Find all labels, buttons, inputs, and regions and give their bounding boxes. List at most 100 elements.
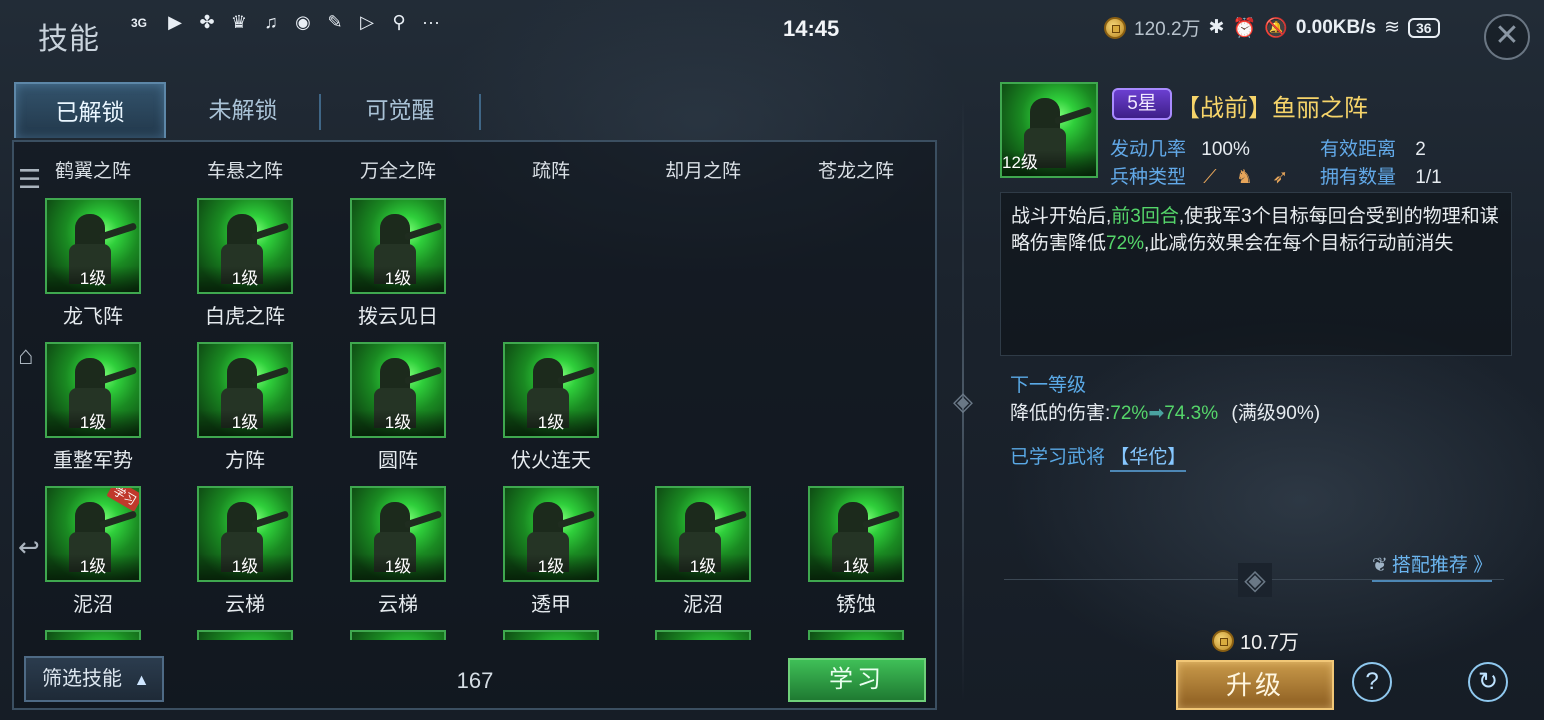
tab-divider bbox=[319, 94, 321, 130]
skill-level: 1级 bbox=[47, 554, 139, 580]
skill-level: 1级 bbox=[47, 266, 139, 292]
skill-item-partial[interactable] bbox=[781, 630, 931, 640]
selected-skill-icon: 12级 bbox=[1000, 82, 1098, 178]
upgrade-cost: 10.7万 bbox=[1212, 626, 1299, 655]
skill-item[interactable]: 1级 伏火连天 bbox=[476, 342, 626, 473]
trigger-rate-value: 100% bbox=[1201, 139, 1250, 160]
skill-icon: 1级 bbox=[503, 342, 599, 438]
next-level-to: 74.3% bbox=[1164, 403, 1219, 424]
range-row: 有效距离 2 bbox=[1320, 134, 1426, 161]
status-icons: 3G ▶ ✤ ♛ ♫ ◉ ✎ ▷ ⚲ ··· bbox=[124, 12, 442, 33]
next-level-label: 降低的伤害: bbox=[1010, 403, 1111, 424]
menu-icon[interactable]: ☰ bbox=[18, 164, 41, 195]
trigger-rate-row: 发动几率 100% bbox=[1110, 134, 1250, 161]
star-badge: 5星 bbox=[1112, 88, 1172, 120]
skill-name: 泥沼 bbox=[683, 594, 723, 616]
upgrade-button[interactable]: 升级 bbox=[1176, 660, 1334, 710]
tab-label: 已解锁 bbox=[55, 99, 125, 125]
refresh-button[interactable]: ↻ bbox=[1468, 662, 1508, 702]
skill-item[interactable]: 1级 方阵 bbox=[170, 342, 320, 473]
play-app-icon: ▷ bbox=[360, 12, 374, 32]
skill-icon: 1级 bbox=[197, 486, 293, 582]
tab-unlocked[interactable]: 已解锁 bbox=[14, 82, 166, 138]
learned-general-link[interactable]: 【华佗】 bbox=[1110, 447, 1187, 472]
next-level-max: (满级90%) bbox=[1231, 403, 1321, 424]
selected-skill-level: 12级 bbox=[1002, 150, 1096, 176]
skill-item[interactable]: 1级 透甲 bbox=[476, 486, 626, 617]
upgrade-cost-value: 10.7万 bbox=[1240, 632, 1299, 654]
desc-text: ,此减伤效果会在每个目标行动前消失 bbox=[1144, 233, 1454, 254]
skill-item[interactable]: 1级 泥沼 bbox=[628, 486, 778, 617]
next-level-from: 72% bbox=[1110, 403, 1149, 424]
skill-item[interactable]: 1级 拨云见日 bbox=[323, 198, 473, 329]
close-icon: ✕ bbox=[1494, 19, 1520, 52]
skill-item[interactable]: 1级 重整军势 bbox=[18, 342, 168, 473]
skill-icon bbox=[503, 630, 599, 640]
skill-item-partial[interactable] bbox=[476, 630, 626, 640]
recommend-link[interactable]: ❦ 搭配推荐 》 bbox=[1372, 550, 1493, 582]
skill-item-partial[interactable] bbox=[170, 630, 320, 640]
skill-icon: 1级 bbox=[350, 198, 446, 294]
triangle-up-icon: ▲ bbox=[133, 672, 150, 689]
home-icon[interactable]: ⌂ bbox=[18, 340, 34, 371]
skill-icon: 1级 bbox=[45, 342, 141, 438]
page-title: 技能 bbox=[38, 23, 100, 56]
help-button[interactable]: ? bbox=[1352, 662, 1392, 702]
learned-generals: 已学习武将 【华佗】 bbox=[1010, 442, 1187, 472]
skill-item[interactable]: 1级 白虎之阵 bbox=[170, 198, 320, 329]
trigger-rate-label: 发动几率 bbox=[1110, 139, 1187, 160]
skill-name: 白虎之阵 bbox=[205, 306, 285, 328]
skill-level: 1级 bbox=[505, 410, 597, 436]
skill-level: 1级 bbox=[352, 554, 444, 580]
filter-skills-button[interactable]: 筛选技能 ▲ bbox=[24, 656, 164, 702]
music-app-icon: ♫ bbox=[264, 12, 278, 32]
column-header: 却月之阵 bbox=[664, 161, 741, 182]
range-label: 有效距离 bbox=[1320, 139, 1397, 160]
skill-item-partial[interactable] bbox=[323, 630, 473, 640]
desc-highlight: 72% bbox=[1106, 233, 1145, 254]
desc-highlight: 前3回合 bbox=[1111, 206, 1179, 227]
skill-item[interactable]: 1级 锈蚀 bbox=[781, 486, 931, 617]
skill-description: 战斗开始后,前3回合,使我军3个目标每回合受到的物理和谋略伤害降低72%,此减伤… bbox=[1000, 192, 1512, 356]
skill-name: 云梯 bbox=[225, 594, 265, 616]
signal-icon: 3G bbox=[130, 15, 147, 30]
back-icon[interactable]: ↩ bbox=[18, 532, 40, 563]
skill-item-partial[interactable] bbox=[628, 630, 778, 640]
tab-awaken[interactable]: 可觉醒 bbox=[322, 82, 478, 138]
skill-level: 1级 bbox=[505, 554, 597, 580]
skill-name: 锈蚀 bbox=[836, 594, 876, 616]
close-button[interactable]: ✕ bbox=[1484, 14, 1530, 60]
skill-item[interactable]: 1级 圆阵 bbox=[323, 342, 473, 473]
skill-name: 拨云见日 bbox=[358, 306, 438, 328]
learn-tag: 学习 bbox=[106, 488, 139, 512]
cavalry-icon: ♞ bbox=[1235, 167, 1253, 188]
tab-locked[interactable]: 未解锁 bbox=[168, 82, 318, 138]
skill-item[interactable]: 1级 云梯 bbox=[170, 486, 320, 617]
next-level-title: 下一等级 bbox=[1010, 375, 1087, 396]
skill-item[interactable]: 学习 1级 泥沼 bbox=[18, 486, 168, 617]
crown-app-icon: ♛ bbox=[230, 12, 248, 32]
troop-type-row: 兵种类型 ⟋ ♞ ➶ bbox=[1110, 162, 1288, 189]
learn-button[interactable]: 学习 bbox=[788, 658, 926, 702]
skill-item[interactable]: 1级 龙飞阵 bbox=[18, 198, 168, 329]
filter-label: 筛选技能 bbox=[42, 668, 122, 690]
skill-count: 167 bbox=[456, 668, 494, 693]
alarm-icon: ⏰ bbox=[1232, 17, 1257, 39]
question-icon: ? bbox=[1365, 668, 1379, 695]
bow-icon: ➶ bbox=[1272, 167, 1289, 188]
skill-name: 泥沼 bbox=[73, 594, 113, 616]
fan-app-icon: ✤ bbox=[199, 12, 215, 32]
range-value: 2 bbox=[1415, 139, 1426, 160]
net-speed: 0.00KB/s bbox=[1295, 16, 1377, 38]
clock: 14:45 bbox=[783, 16, 840, 41]
skill-item[interactable]: 1级 云梯 bbox=[323, 486, 473, 617]
skill-name: 伏火连天 bbox=[511, 450, 591, 472]
skill-name: 圆阵 bbox=[378, 450, 418, 472]
skills-screen: 技能 3G ▶ ✤ ♛ ♫ ◉ ✎ ▷ ⚲ ··· 14:45 120.2万 ✱… bbox=[0, 0, 1544, 720]
battery-icon: 36 bbox=[1408, 17, 1440, 38]
skill-icon bbox=[655, 630, 751, 640]
skill-item-partial[interactable] bbox=[18, 630, 168, 640]
tab-divider bbox=[479, 94, 481, 130]
skill-icon: 学习 1级 bbox=[45, 486, 141, 582]
coin-icon bbox=[1104, 16, 1126, 39]
